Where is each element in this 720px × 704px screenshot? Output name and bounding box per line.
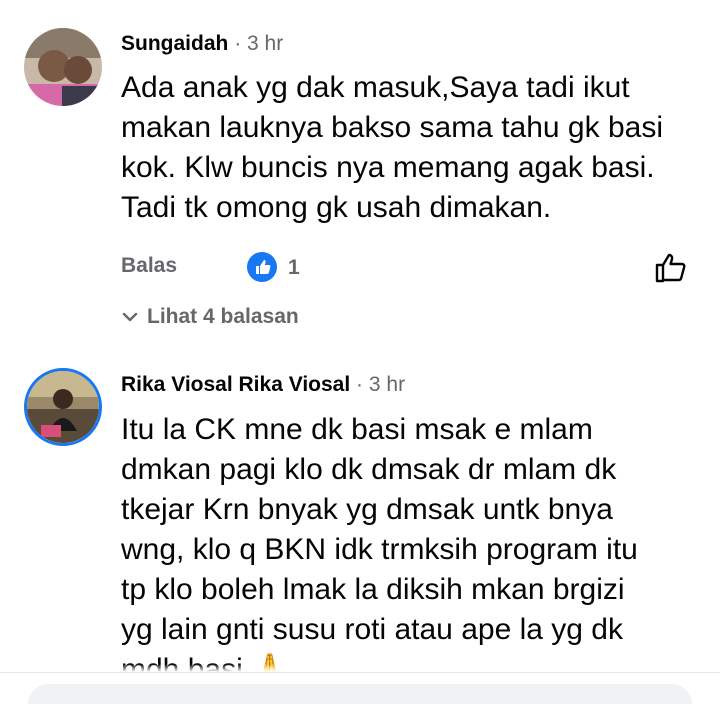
comment-body: Itu la CK mne dk basi msak e mlam dmkan …: [121, 410, 638, 690]
view-replies-label: Lihat 4 balasan: [147, 305, 299, 328]
separator: ·: [234, 32, 242, 55]
comment-header: Sungaidah · 3 hr: [121, 32, 283, 56]
comment-line: tkejar Krn bnyak yg dmsak untk bnya: [121, 493, 613, 526]
comment-line: dmkan pagi klo dk dmsak dr mlam dk: [121, 453, 617, 486]
thumbs-up-outline-icon: [655, 253, 686, 283]
clip-fade: [0, 664, 720, 672]
comment-line: yg lain gnti susu roti atau ape la yg dk: [121, 613, 623, 646]
comment-line: Itu la CK mne dk basi msak e mlam: [121, 413, 593, 446]
comment-line: tp klo boleh lmak la diksih mkan brgizi: [121, 573, 625, 606]
like-button[interactable]: [654, 250, 688, 289]
comment-line: makan lauknya bakso sama tahu gk basi: [121, 111, 663, 144]
comments-page: Sungaidah · 3 hr Ada anak yg dak masuk,S…: [0, 0, 720, 704]
separator: ·: [356, 373, 364, 396]
comment-line: wng, klo q BKN idk trmksih program itu: [121, 533, 638, 566]
avatar[interactable]: [24, 28, 102, 106]
like-count[interactable]: 1: [288, 256, 300, 280]
comment-line: kok. Klw buncis nya memang agak basi.: [121, 151, 655, 184]
comment-body: Ada anak yg dak masuk,Saya tadi ikut mak…: [121, 68, 663, 228]
chevron-down-icon: [122, 312, 138, 322]
thumbs-up-icon: [247, 252, 277, 282]
timestamp[interactable]: 3 hr: [369, 373, 405, 396]
author-name[interactable]: Sungaidah: [121, 32, 228, 55]
comment-header: Rika Viosal Rika Viosal · 3 hr: [121, 373, 405, 397]
reply-button[interactable]: Balas: [121, 254, 177, 278]
comment-line: Tadi tk omong gk usah dimakan.: [121, 191, 552, 224]
comment-composer[interactable]: [28, 684, 692, 704]
comment-line: Ada anak yg dak masuk,Saya tadi ikut: [121, 71, 630, 104]
author-name[interactable]: Rika Viosal Rika Viosal: [121, 373, 350, 396]
timestamp[interactable]: 3 hr: [247, 32, 283, 55]
view-replies-button[interactable]: Lihat 4 balasan: [121, 305, 299, 329]
avatar[interactable]: [24, 368, 102, 446]
